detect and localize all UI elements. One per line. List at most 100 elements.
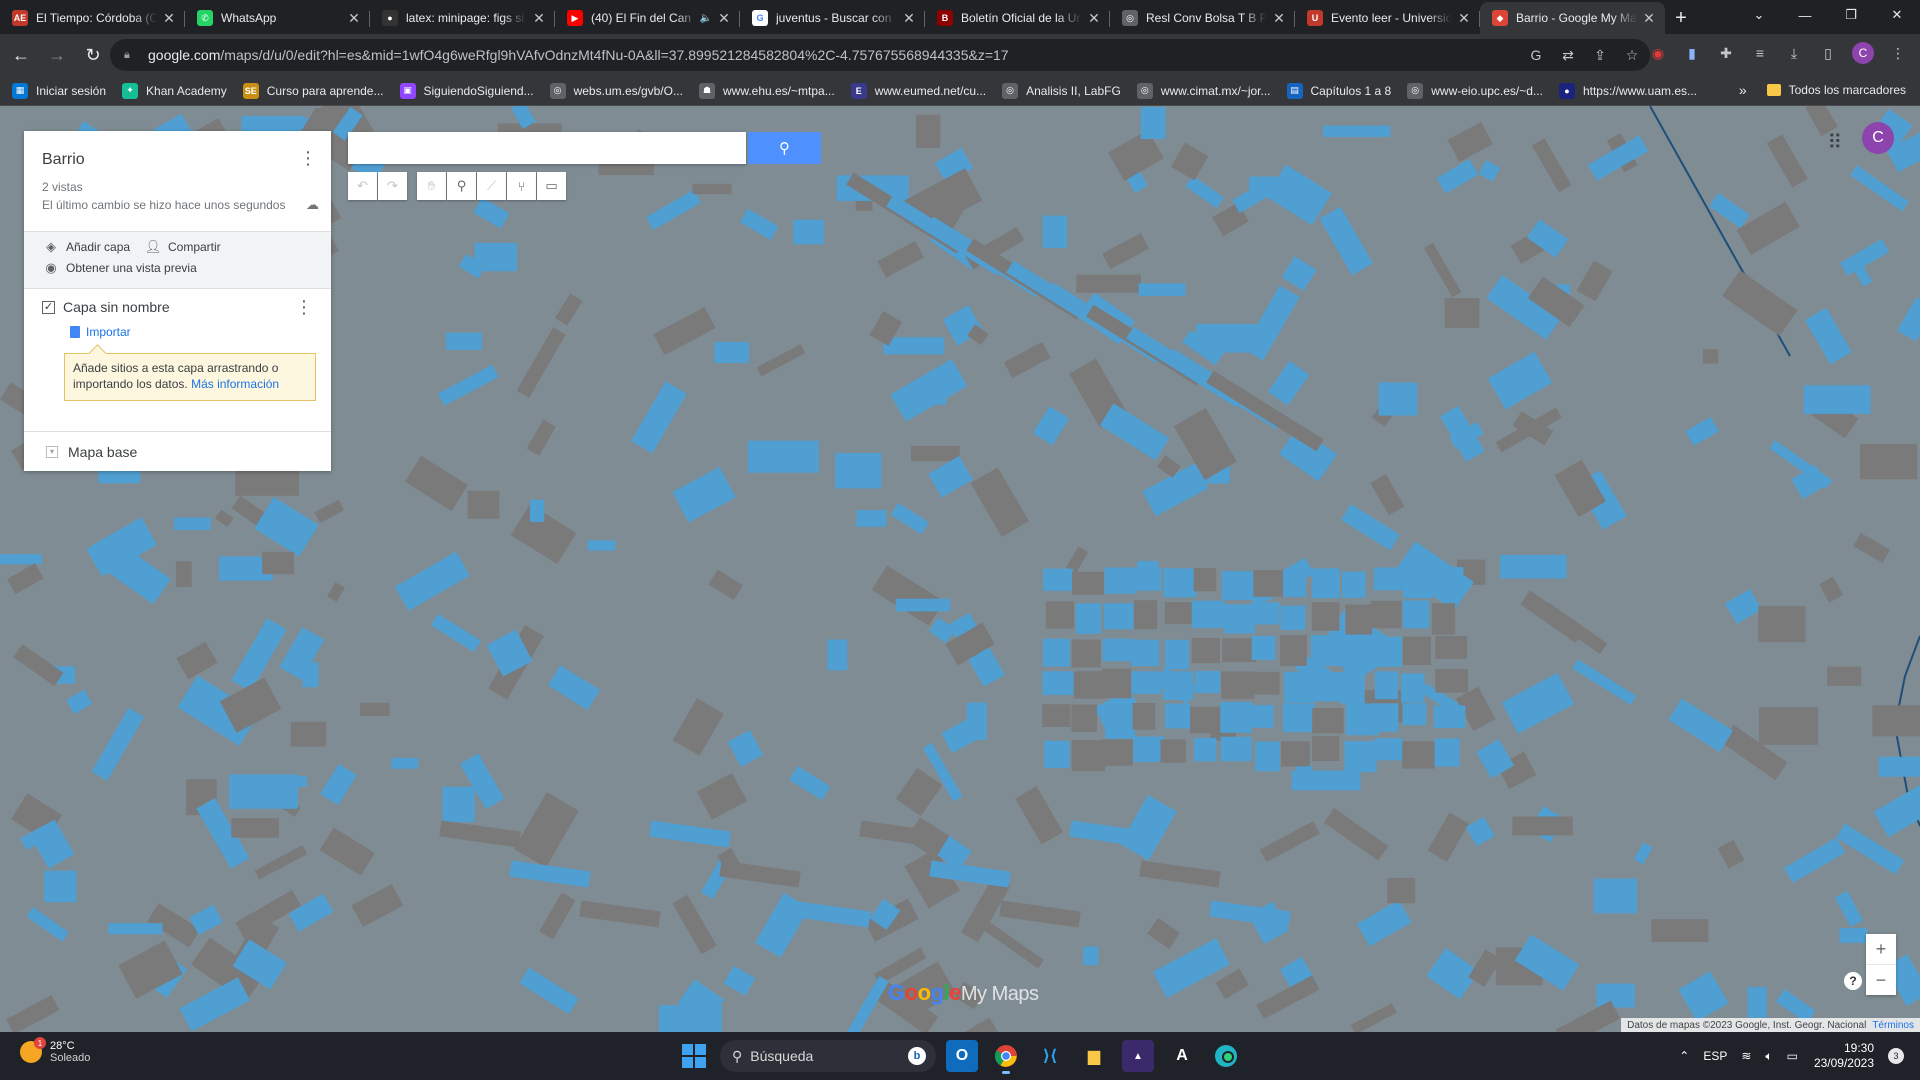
bookmark-item[interactable]: ◎ Analisis II, LabFG — [1002, 82, 1121, 99]
add-layer-button[interactable]: ◈ Añadir capa — [42, 239, 130, 254]
map-search-input[interactable] — [348, 132, 746, 164]
redo-icon[interactable]: ↷ — [378, 172, 407, 200]
layer-name[interactable]: Capa sin nombre — [63, 299, 170, 315]
learn-more-link[interactable]: Más información — [191, 377, 279, 391]
url-text[interactable]: google.com/maps/d/u/0/edit?hl=es&mid=1wf… — [148, 47, 1009, 63]
bookmark-item[interactable]: ▣ SiguiendoSiguiend... — [399, 82, 534, 99]
taskbar-search[interactable]: ⚲ Búsqueda b — [720, 1040, 936, 1072]
bookmark-item[interactable]: ◎ www.cimat.mx/~jor... — [1136, 82, 1271, 99]
tab-close-icon[interactable]: ✕ — [1271, 10, 1287, 27]
edge-icon[interactable] — [1210, 1040, 1242, 1072]
downloads-icon[interactable]: ⤓ — [1784, 43, 1804, 63]
google-lens-icon[interactable]: G — [1526, 45, 1546, 65]
tab-close-icon[interactable]: ✕ — [1086, 10, 1102, 27]
browser-tab[interactable]: ● latex: minipage: figs si ✕ — [370, 2, 555, 34]
add-marker-icon[interactable]: ⚲ — [447, 172, 476, 200]
share-button[interactable]: 👤︎ Compartir — [144, 239, 221, 254]
undo-icon[interactable]: ↶ — [348, 172, 377, 200]
browser-tab[interactable]: ◆ Barrio - Google My Ma ✕ — [1480, 2, 1665, 34]
document-extension-icon[interactable]: ▮ — [1682, 43, 1702, 63]
bookmark-item[interactable]: ▤ Capítulos 1 a 8 — [1286, 82, 1391, 99]
weather-widget[interactable]: 1 28°C Soleado — [20, 1037, 90, 1064]
draw-line-icon[interactable]: ⟋ — [477, 172, 506, 200]
show-hidden-icons[interactable]: ⌃ — [1679, 1049, 1689, 1063]
browser-tab[interactable]: AE El Tiempo: Córdoba (C ✕ — [0, 2, 185, 34]
terms-link[interactable]: Términos — [1872, 1020, 1914, 1031]
battery-icon[interactable]: ▭ — [1787, 1049, 1798, 1063]
tab-close-icon[interactable]: ✕ — [1641, 10, 1657, 27]
bookmark-item[interactable]: ▦ Iniciar sesión — [12, 82, 106, 99]
minimize-icon[interactable]: — — [1782, 0, 1828, 30]
layer-checkbox[interactable]: ✓ — [42, 300, 55, 314]
directions-icon[interactable]: ⑂ — [507, 172, 536, 200]
zoom-in-button[interactable]: + — [1866, 934, 1896, 964]
help-button[interactable]: ? — [1844, 972, 1862, 990]
share-icon[interactable]: ⇪ — [1590, 45, 1610, 65]
browser-tab[interactable]: Gjuventus - Buscar con ✕ — [740, 2, 925, 34]
bing-icon[interactable]: b — [908, 1047, 926, 1065]
forward-icon[interactable]: → — [42, 40, 72, 70]
tab-close-icon[interactable]: ✕ — [161, 10, 177, 27]
map-options-icon[interactable]: ⋮ — [299, 149, 317, 167]
clock[interactable]: 19:30 23/09/2023 — [1814, 1041, 1874, 1071]
bookmark-item[interactable]: ✦ Khan Academy — [122, 82, 227, 99]
adblock-extension-icon[interactable]: ◉ — [1648, 43, 1668, 63]
all-bookmarks-link[interactable]: Todos los marcadores — [1789, 83, 1906, 97]
tab-search-icon[interactable]: ⌄ — [1736, 0, 1782, 30]
tab-close-icon[interactable]: ✕ — [346, 10, 362, 27]
bookmark-item[interactable]: SE Curso para aprende... — [242, 82, 384, 99]
outlook-icon[interactable]: O — [946, 1040, 978, 1072]
browser-tab[interactable]: U Evento leer - Universid ✕ — [1295, 2, 1480, 34]
restore-icon[interactable]: ❐ — [1828, 0, 1874, 30]
vscode-icon[interactable]: ⟩⟨ — [1034, 1040, 1066, 1072]
tab-audio-icon[interactable]: 🔈 — [700, 13, 712, 24]
tab-close-icon[interactable]: ✕ — [901, 10, 917, 27]
bookmark-star-icon[interactable]: ☆ — [1622, 45, 1642, 65]
wifi-icon[interactable]: ≋ — [1741, 1049, 1751, 1063]
google-apps-icon[interactable]: ⠿ — [1827, 130, 1842, 155]
file-explorer-icon[interactable]: ▆ — [1078, 1040, 1110, 1072]
base-map-row[interactable]: ▾ Mapa base — [24, 431, 331, 471]
browser-tab[interactable]: ✆ WhatsApp ✕ — [185, 2, 370, 34]
measure-ruler-icon[interactable]: ▭ — [537, 172, 566, 200]
lock-icon[interactable]: 🔒︎ — [124, 49, 138, 62]
chrome-icon[interactable] — [990, 1040, 1022, 1074]
expand-icon[interactable]: ▾ — [46, 445, 58, 458]
layer-options-icon[interactable]: ⋮ — [295, 297, 313, 318]
bookmark-item[interactable]: ◎ www-eio.upc.es/~d... — [1407, 82, 1543, 99]
bookmarks-overflow-icon[interactable]: » — [1739, 82, 1747, 98]
reload-icon[interactable]: ↻ — [78, 40, 108, 70]
preview-button[interactable]: ◉ Obtener una vista previa — [42, 260, 196, 275]
browser-tab[interactable]: ◎ Resl Conv Bolsa T B Pr ✕ — [1110, 2, 1295, 34]
zoom-out-button[interactable]: − — [1866, 965, 1896, 995]
notification-count[interactable]: 3 — [1888, 1048, 1904, 1064]
extensions-puzzle-icon[interactable]: ✚ — [1716, 43, 1736, 63]
volume-icon[interactable]: 🔈︎ — [1765, 1049, 1772, 1064]
new-tab-button[interactable]: + — [1665, 2, 1697, 34]
teams-app-icon[interactable]: ▲ — [1122, 1040, 1154, 1072]
side-panel-icon[interactable]: ▯ — [1818, 43, 1838, 63]
bookmark-item[interactable]: ● https://www.uam.es... — [1558, 82, 1697, 99]
back-icon[interactable]: ← — [6, 40, 36, 70]
browser-tab[interactable]: B Boletín Oficial de la Ur ✕ — [925, 2, 1110, 34]
import-link[interactable]: Importar — [70, 325, 131, 339]
address-bar[interactable]: 🔒︎ google.com/maps/d/u/0/edit?hl=es&mid=… — [110, 39, 1650, 71]
bookmark-item[interactable]: ☗ www.ehu.es/~mtpa... — [698, 82, 835, 99]
map-title[interactable]: Barrio — [42, 151, 85, 169]
tab-close-icon[interactable]: ✕ — [716, 10, 732, 27]
map-canvas[interactable]: Barrio ⋮ 2 vistas El último cambio se hi… — [0, 106, 1920, 1032]
hand-pan-icon[interactable]: ✋︎ — [417, 172, 446, 200]
bookmark-item[interactable]: Ewww.eumed.net/cu... — [850, 82, 986, 99]
tab-close-icon[interactable]: ✕ — [1456, 10, 1472, 27]
search-button[interactable]: ⚲ — [748, 132, 821, 164]
translate-icon[interactable]: ⇄ — [1558, 45, 1578, 65]
chrome-menu-icon[interactable]: ⋮ — [1888, 43, 1908, 63]
account-avatar[interactable]: C — [1862, 122, 1894, 154]
browser-tab[interactable]: ▶ (40) El Fin del Can 🔈 ✕ — [555, 2, 740, 34]
acrobat-icon[interactable]: A — [1166, 1040, 1198, 1072]
language-indicator[interactable]: ESP — [1703, 1049, 1727, 1063]
profile-avatar[interactable]: C — [1852, 42, 1874, 64]
bookmark-item[interactable]: ◎ webs.um.es/gvb/O... — [549, 82, 683, 99]
close-window-icon[interactable]: ✕ — [1874, 0, 1920, 30]
tab-close-icon[interactable]: ✕ — [531, 10, 547, 27]
